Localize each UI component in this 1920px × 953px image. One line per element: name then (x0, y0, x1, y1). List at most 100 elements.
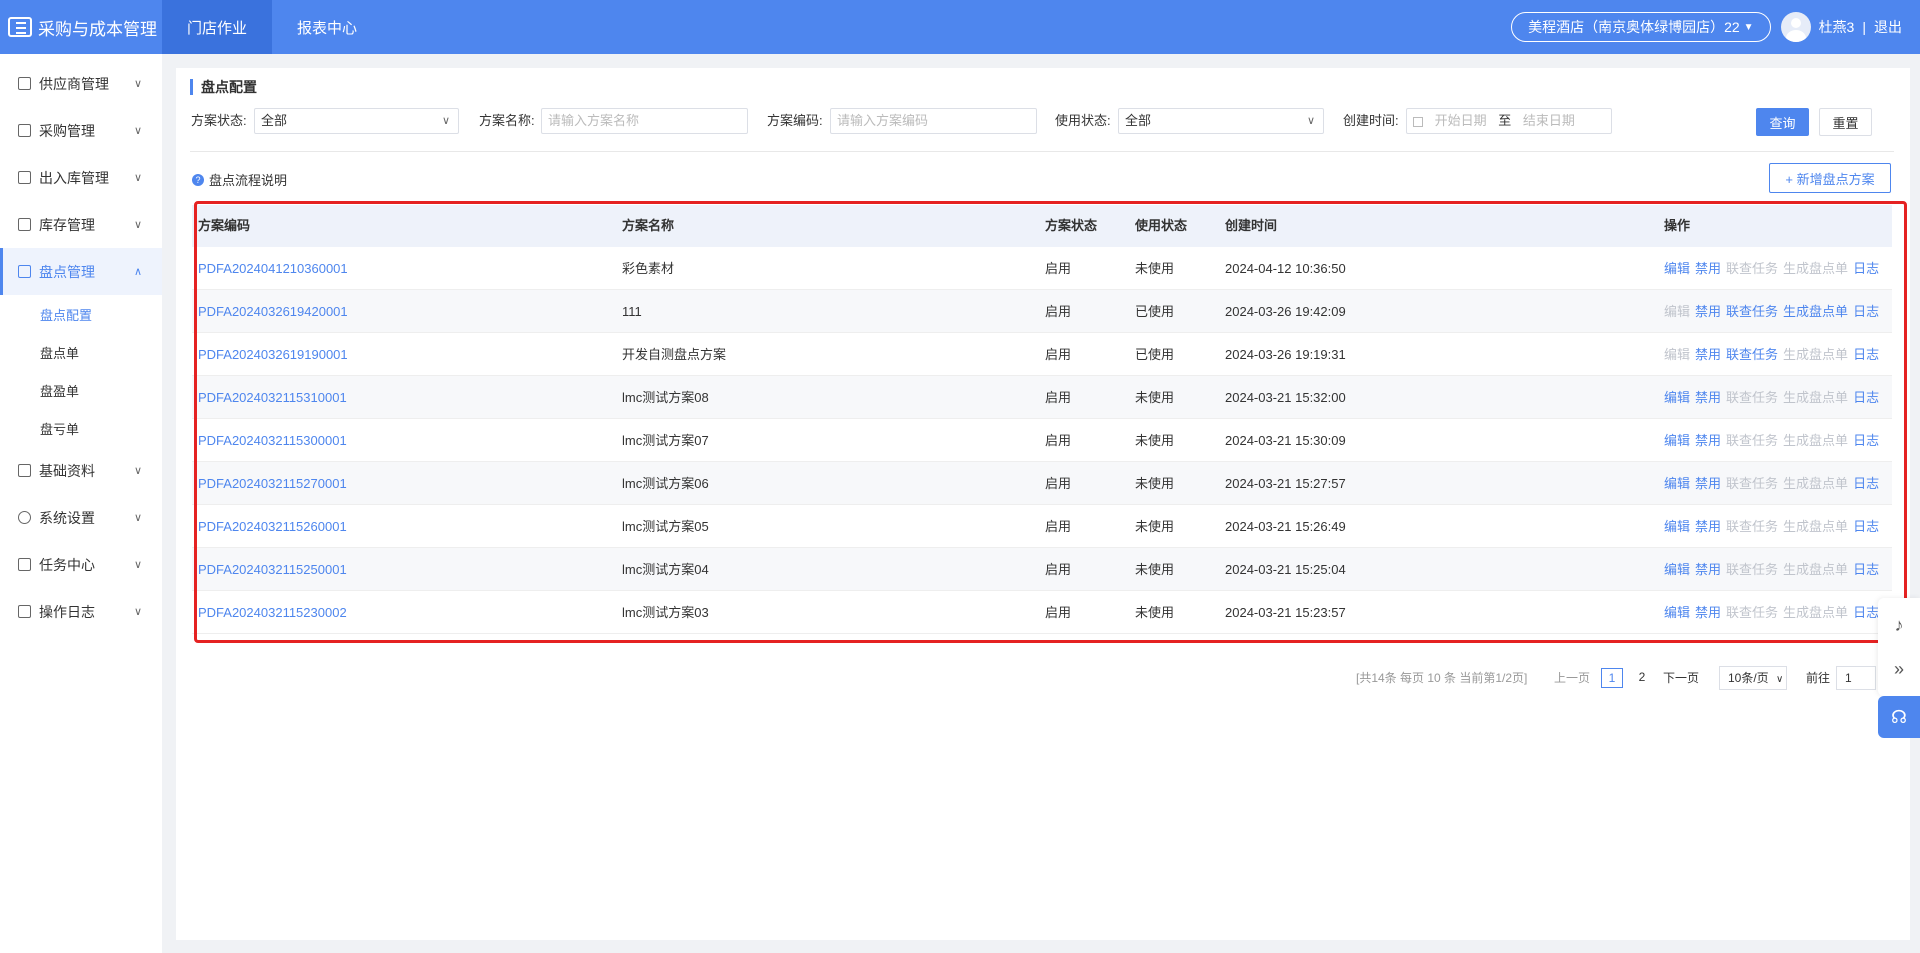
sidebar-item-inout[interactable]: 出入库管理 ∨ (0, 154, 162, 201)
goto-page-input[interactable]: 1 (1836, 666, 1876, 690)
sidebar-subitem-stocktake-order[interactable]: 盘点单 (0, 333, 162, 371)
plan-name: 111 (622, 304, 642, 319)
app-logo[interactable]: 采购与成本管理 (0, 0, 162, 54)
top-nav-reports[interactable]: 报表中心 (272, 0, 382, 54)
code-filter-input[interactable]: 请输入方案编码 (830, 108, 1037, 134)
name-filter-input[interactable]: 请输入方案名称 (541, 108, 748, 134)
status-filter-value: 全部 (261, 113, 288, 128)
add-plan-button[interactable]: + 新增盘点方案 (1769, 163, 1891, 193)
end-date-placeholder: 结束日期 (1522, 113, 1575, 128)
goto-label: 前往 (1806, 671, 1831, 685)
row-actions: 编辑 禁用 联查任务 生成盘点单 日志 (1664, 419, 1884, 462)
sidebar-item-inventory[interactable]: 库存管理 ∨ (0, 201, 162, 248)
linked-task-action[interactable]: 联查任务 (1726, 304, 1778, 319)
avatar[interactable] (1780, 12, 1811, 42)
log-action[interactable]: 日志 (1853, 261, 1879, 276)
disable-action[interactable]: 禁用 (1695, 605, 1721, 620)
log-action[interactable]: 日志 (1853, 519, 1879, 534)
plan-created-time: 2024-03-21 15:26:49 (1225, 519, 1346, 534)
plan-created-time: 2024-03-26 19:19:31 (1225, 347, 1346, 362)
sidebar-subitem-loss-order[interactable]: 盘亏单 (0, 409, 162, 447)
page-size-select[interactable]: 10条/页 ∨ (1719, 666, 1787, 690)
column-header-name: 方案名称 (622, 218, 675, 233)
disable-action[interactable]: 禁用 (1695, 519, 1721, 534)
plan-code-link[interactable]: PDFA2024032115250001 (198, 548, 347, 591)
log-action[interactable]: 日志 (1853, 390, 1879, 405)
plan-use-status: 已使用 (1135, 304, 1175, 319)
edit-action[interactable]: 编辑 (1664, 605, 1690, 620)
query-button[interactable]: 查询 (1756, 108, 1809, 136)
status-filter-select[interactable]: 全部 ∨ (254, 108, 459, 134)
disable-action[interactable]: 禁用 (1695, 261, 1721, 276)
store-selector[interactable]: 美程酒店（南京奥体绿博园店）22 ▼ (1511, 12, 1771, 42)
sidebar-item-label: 系统设置 (39, 509, 95, 526)
plan-code-link[interactable]: PDFA2024032619190001 (198, 333, 348, 376)
customer-service-icon[interactable]: ☊ (1878, 696, 1920, 738)
page-size-value: 10条/页 (1728, 671, 1769, 685)
disable-action[interactable]: 禁用 (1695, 390, 1721, 405)
sidebar-item-stocktake[interactable]: 盘点管理 ∧ (0, 248, 162, 295)
plan-created-time: 2024-03-26 19:42:09 (1225, 304, 1346, 319)
top-nav-store-ops[interactable]: 门店作业 (162, 0, 273, 54)
sidebar-subitem-surplus-order[interactable]: 盘盈单 (0, 371, 162, 409)
use-filter-select[interactable]: 全部 ∨ (1118, 108, 1324, 134)
linked-task-action[interactable]: 联查任务 (1726, 347, 1778, 362)
edit-action[interactable]: 编辑 (1664, 390, 1690, 405)
log-action[interactable]: 日志 (1853, 476, 1879, 491)
sidebar-subitem-stocktake-config[interactable]: 盘点配置 (0, 295, 162, 333)
sidebar-item-purchase[interactable]: 采购管理 ∨ (0, 107, 162, 154)
edit-action[interactable]: 编辑 (1664, 261, 1690, 276)
sidebar-item-settings[interactable]: 系统设置 ∨ (0, 494, 162, 541)
log-action[interactable]: 日志 (1853, 304, 1879, 319)
plan-code-link[interactable]: PDFA2024032619420001 (198, 290, 348, 333)
generate-order-action: 生成盘点单 (1783, 519, 1849, 534)
plan-status: 启用 (1045, 390, 1072, 405)
disable-action[interactable]: 禁用 (1695, 476, 1721, 491)
disable-action[interactable]: 禁用 (1695, 433, 1721, 448)
header-separator: | (1862, 19, 1866, 35)
caret-down-icon: ▼ (1743, 21, 1754, 33)
music-icon[interactable]: ♪ (1878, 604, 1920, 646)
plan-use-status: 未使用 (1135, 261, 1175, 276)
plan-code-link[interactable]: PDFA2024032115230002 (198, 591, 347, 634)
plan-code-link[interactable]: PDFA2024041210360001 (198, 247, 348, 290)
generate-order-action[interactable]: 生成盘点单 (1783, 304, 1848, 319)
page-number[interactable]: 1 (1601, 668, 1623, 688)
log-action[interactable]: 日志 (1853, 433, 1879, 448)
edit-action[interactable]: 编辑 (1664, 519, 1690, 534)
status-filter-label: 方案状态: (191, 113, 247, 128)
edit-action[interactable]: 编辑 (1664, 476, 1690, 491)
disable-action[interactable]: 禁用 (1695, 347, 1721, 362)
page-number[interactable]: 2 (1631, 668, 1653, 688)
plan-name: lmc测试方案07 (622, 433, 709, 448)
stocktake-process-help[interactable]: ? 盘点流程说明 (192, 170, 287, 189)
log-action[interactable]: 日志 (1853, 605, 1879, 620)
disable-action[interactable]: 禁用 (1695, 304, 1721, 319)
edit-action: 编辑 (1664, 304, 1691, 319)
generate-order-action: 生成盘点单 (1783, 433, 1849, 448)
sidebar-item-task-center[interactable]: 任务中心 ∨ (0, 541, 162, 588)
reset-button[interactable]: 重置 (1819, 108, 1872, 136)
plan-created-time: 2024-04-12 10:36:50 (1225, 261, 1346, 276)
prev-page-button[interactable]: 上一页 (1554, 668, 1590, 688)
plan-code-link[interactable]: PDFA2024032115310001 (198, 376, 347, 419)
disable-action[interactable]: 禁用 (1695, 562, 1721, 577)
edit-action[interactable]: 编辑 (1664, 562, 1690, 577)
username: 杜燕3 (1818, 19, 1855, 35)
log-action[interactable]: 日志 (1853, 347, 1879, 362)
sidebar-item-label: 采购管理 (39, 122, 95, 139)
sidebar-item-op-log[interactable]: 操作日志 ∨ (0, 588, 162, 635)
plan-code-link[interactable]: PDFA2024032115270001 (198, 462, 347, 505)
table-body: PDFA2024041210360001 彩色素材 启用 未使用 2024-04-12 … (192, 247, 1892, 640)
log-action[interactable]: 日志 (1853, 562, 1879, 577)
date-range-picker[interactable]: 开始日期 至 结束日期 (1406, 108, 1612, 134)
next-page-button[interactable]: 下一页 (1663, 668, 1699, 688)
sidebar-item-basic-data[interactable]: 基础资料 ∨ (0, 447, 162, 494)
plan-status: 启用 (1045, 605, 1072, 620)
plan-code-link[interactable]: PDFA2024032115260001 (198, 505, 347, 548)
edit-action[interactable]: 编辑 (1664, 433, 1690, 448)
sidebar-item-supplier[interactable]: 供应商管理 ∨ (0, 60, 162, 107)
plan-code-link[interactable]: PDFA2024032115300001 (198, 419, 347, 462)
logout-link[interactable]: 退出 (1874, 17, 1902, 37)
double-chevron-right-icon[interactable]: » (1878, 648, 1920, 690)
